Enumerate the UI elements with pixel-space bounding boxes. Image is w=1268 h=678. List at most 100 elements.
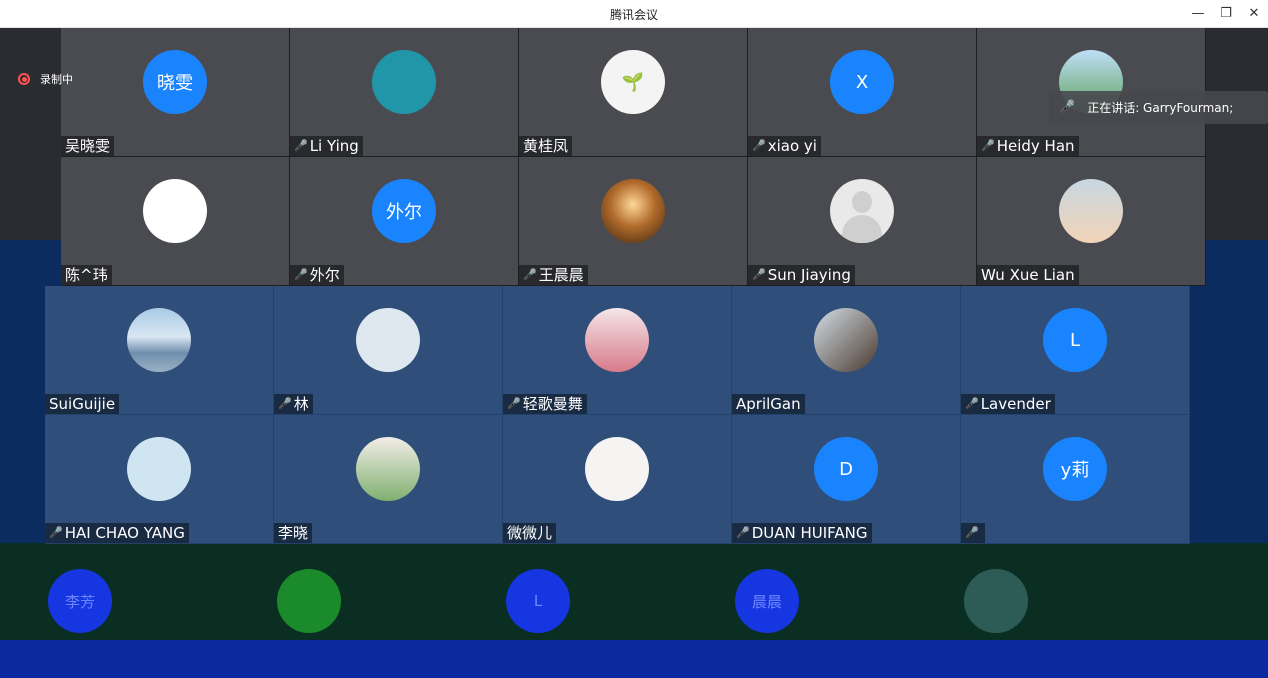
participant-tile[interactable]: 外尔 🎤 外尔 (290, 157, 519, 286)
participant-name: AprilGan (736, 395, 801, 413)
speaking-mic-icon: 🎤 (1059, 100, 1076, 115)
muted-mic-icon: 🎤 (294, 139, 308, 152)
ghost-avatar: L (506, 569, 570, 633)
participant-avatar (1059, 179, 1123, 243)
muted-mic-icon: 🎤 (278, 397, 292, 410)
participant-tile[interactable]: 🎤 HAI CHAO YANG (45, 415, 274, 544)
muted-mic-icon: 🎤 (294, 268, 308, 281)
participant-nameplate: 陈^玮 (61, 265, 112, 285)
window-title: 腾讯会议 (609, 8, 658, 22)
participant-tile[interactable]: D 🎤 DUAN HUIFANG (732, 415, 961, 544)
participant-nameplate: SuiGuijie (45, 394, 120, 414)
participant-name: 王晨晨 (538, 266, 584, 284)
recording-dot-icon (18, 73, 30, 85)
participant-nameplate: 🎤 xiao yi (748, 136, 821, 156)
participant-tile[interactable]: 陈^玮 (61, 157, 290, 286)
participant-nameplate: Wu Xue Lian (977, 265, 1079, 285)
muted-mic-icon: 🎤 (965, 526, 979, 539)
participant-nameplate: AprilGan (732, 394, 805, 414)
muted-mic-icon: 🎤 (507, 397, 521, 410)
close-button[interactable]: ✕ (1243, 4, 1265, 24)
participant-avatar (814, 308, 878, 372)
participant-nameplate: 🎤 轻歌曼舞 (503, 394, 587, 414)
participant-name: Lavender (980, 395, 1051, 413)
speaking-banner: 🎤 正在讲话: GarryFourman; (1049, 91, 1268, 124)
participant-avatar: 🌱 (601, 50, 665, 114)
participant-name: 吴晓雯 (65, 137, 111, 155)
participant-tile[interactable]: 🎤 Sun Jiaying (748, 157, 977, 286)
participant-tile[interactable]: 晓雯吴晓雯 (61, 28, 290, 157)
restore-button[interactable]: ❐ (1215, 4, 1237, 24)
participant-avatar: L (1043, 308, 1107, 372)
participant-tile[interactable]: 李晓 (274, 415, 503, 544)
participant-nameplate: 李晓 (274, 523, 313, 543)
participant-nameplate: 🎤 林 (274, 394, 313, 414)
participant-name: Wu Xue Lian (981, 266, 1075, 284)
participant-name: Li Ying (309, 137, 359, 155)
participant-name: 外尔 (309, 266, 340, 284)
participant-nameplate: 🎤 Lavender (961, 394, 1055, 414)
speaking-label: 正在讲话: GarryFourman; (1087, 101, 1234, 115)
participant-tile[interactable]: SuiGuijie (45, 286, 274, 415)
participant-name: Heidy Han (996, 137, 1075, 155)
participant-tile[interactable]: 🎤 王晨晨 (519, 157, 748, 286)
participant-avatar (601, 179, 665, 243)
participant-name: 李晓 (278, 524, 309, 542)
participant-nameplate: 🎤 (961, 523, 985, 543)
participant-avatar: X (830, 50, 894, 114)
participant-tile[interactable]: y莉 🎤 (961, 415, 1190, 544)
participant-tile[interactable]: L 🎤 Lavender (961, 286, 1190, 415)
participant-avatar: y莉 (1043, 437, 1107, 501)
participant-avatar: 晓雯 (143, 50, 207, 114)
ghost-avatar: 晨晨 (735, 569, 799, 633)
participant-tile[interactable]: AprilGan (732, 286, 961, 415)
participant-name: DUAN HUIFANG (751, 524, 868, 542)
title-bar: 腾讯会议 — ❐ ✕ (0, 0, 1268, 28)
muted-mic-icon: 🎤 (752, 268, 766, 281)
participant-nameplate: 🎤 Heidy Han (977, 136, 1079, 156)
muted-mic-icon: 🎤 (736, 526, 750, 539)
participant-nameplate: 吴晓雯 (61, 136, 115, 156)
participant-nameplate: 黄桂凤 (519, 136, 573, 156)
participant-name: 微微儿 (507, 524, 553, 542)
ghost-avatar (964, 569, 1028, 633)
minimize-button[interactable]: — (1187, 4, 1209, 24)
participant-avatar (127, 437, 191, 501)
participant-nameplate: 🎤 Li Ying (290, 136, 363, 156)
participant-name: 陈^玮 (65, 266, 108, 284)
muted-mic-icon: 🎤 (523, 268, 537, 281)
participant-avatar (830, 179, 894, 243)
participant-name: 林 (293, 395, 309, 413)
participant-avatar (143, 179, 207, 243)
participant-tile[interactable]: Wu Xue Lian (977, 157, 1206, 286)
participant-name: SuiGuijie (49, 395, 116, 413)
participant-name: xiao yi (767, 137, 817, 155)
participant-avatar: 外尔 (372, 179, 436, 243)
meeting-stage: 晓雯 吴晓雯 🎤 Li Ying 🌱 黄桂凤 X 🎤 xiao yi 🎤 Heidy Han 陈^玮外… (0, 28, 1268, 678)
participant-nameplate: 微微儿 (503, 523, 557, 543)
participant-tile[interactable]: 微微儿 (503, 415, 732, 544)
participant-nameplate: 🎤 DUAN HUIFANG (732, 523, 872, 543)
participant-tile[interactable]: 🎤 轻歌曼舞 (503, 286, 732, 415)
ghost-avatar: 李芳 (48, 569, 112, 633)
person-body-icon (842, 215, 882, 243)
participant-name: HAI CHAO YANG (64, 524, 185, 542)
participant-tile[interactable]: X 🎤 xiao yi (748, 28, 977, 157)
recording-indicator[interactable]: 录制中 (18, 71, 73, 87)
muted-mic-icon: 🎤 (965, 397, 979, 410)
participant-name: 黄桂凤 (523, 137, 569, 155)
muted-mic-icon: 🎤 (752, 139, 766, 152)
participant-tile[interactable]: 🎤 林 (274, 286, 503, 415)
person-head-icon (852, 191, 872, 213)
participant-nameplate: 🎤 HAI CHAO YANG (45, 523, 189, 543)
participant-name: Sun Jiaying (767, 266, 851, 284)
participant-avatar (356, 308, 420, 372)
participant-tile[interactable]: 🎤 Li Ying (290, 28, 519, 157)
participant-avatar (585, 308, 649, 372)
participant-avatar (372, 50, 436, 114)
participant-tile[interactable]: 🌱 黄桂凤 (519, 28, 748, 157)
muted-mic-icon: 🎤 (981, 139, 995, 152)
stage-band-low (0, 543, 1268, 640)
stage-band-bottom (0, 640, 1268, 678)
ghost-avatar (277, 569, 341, 633)
